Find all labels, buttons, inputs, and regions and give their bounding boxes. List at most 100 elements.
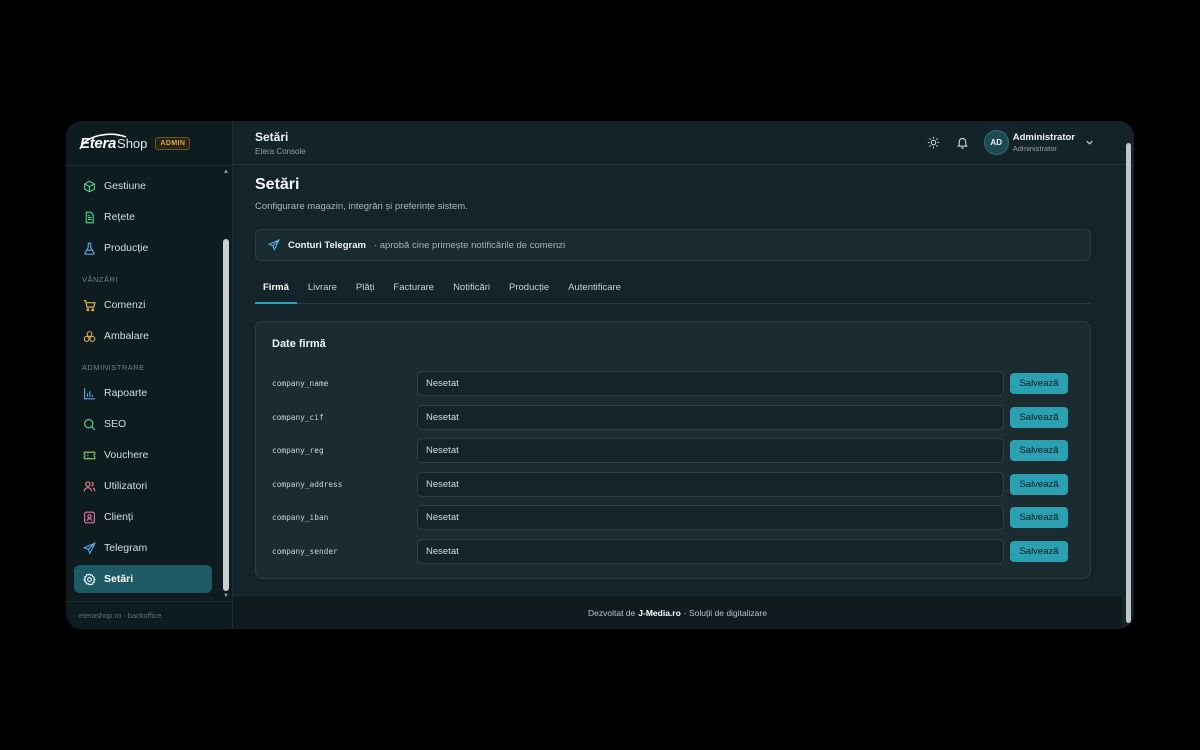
tab-productie[interactable]: Producție — [501, 279, 557, 304]
setting-row-company-iban: company_iban Salvează — [272, 501, 1068, 535]
user-role: Administrator — [1012, 144, 1057, 153]
topbar-title: Setări — [255, 129, 289, 144]
contact-icon — [82, 510, 96, 524]
company-name-input[interactable] — [417, 371, 1004, 397]
save-button[interactable]: Salvează — [1010, 373, 1068, 395]
telegram-banner[interactable]: Conturi Telegram · aprobă cine primește … — [255, 229, 1091, 261]
logo[interactable]: Etera Shop — [79, 133, 147, 152]
sidebar-item-telegram[interactable]: Telegram — [74, 534, 212, 562]
nav-section-sales: VÂNZĂRI — [82, 275, 119, 284]
tab-notificari[interactable]: Notificări — [445, 279, 498, 304]
sidebar-item-label: Clienți — [104, 511, 134, 523]
settings-tabs: Firmă Livrare Plăți Facturare Notificări… — [255, 279, 1091, 304]
sidebar-item-label: Ambalare — [104, 330, 149, 342]
document-icon — [82, 210, 96, 224]
tab-livrare[interactable]: Livrare — [300, 279, 345, 304]
chevron-down-icon[interactable] — [1085, 134, 1094, 152]
save-button[interactable]: Salvează — [1010, 406, 1068, 428]
sidebar-item-label: Rețete — [104, 211, 135, 223]
bar-chart-icon — [82, 386, 96, 400]
sidebar-item-setari[interactable]: Setări — [74, 565, 212, 593]
nav-section-admin: ADMINISTRARE — [82, 363, 145, 372]
content: Setări Configurare magazin, integrări și… — [233, 166, 1122, 597]
main-scrollbar[interactable] — [1125, 135, 1132, 623]
save-button[interactable]: Salvează — [1010, 440, 1068, 462]
app-window: Etera Shop ADMIN Gestiune Rețete Producț… — [66, 121, 1134, 629]
sun-icon[interactable] — [926, 135, 942, 151]
save-button[interactable]: Salvează — [1010, 540, 1068, 562]
cart-icon — [82, 298, 96, 312]
scroll-down-arrow-icon[interactable]: ▼ — [223, 593, 229, 599]
main-area: Setări Etera Console AD Administrator Ad… — [233, 121, 1134, 629]
avatar[interactable]: AD — [983, 130, 1009, 155]
company-sender-input[interactable] — [417, 538, 1004, 564]
bell-icon[interactable] — [955, 135, 971, 151]
user-menu[interactable]: Administrator Administrator — [1013, 132, 1075, 153]
setting-key: company_sender — [272, 546, 338, 556]
sidebar-item-label: Comenzi — [104, 299, 146, 311]
card-title: Date firmă — [272, 338, 326, 350]
sidebar-item-label: Vouchere — [104, 449, 149, 461]
footer-suffix: · Soluții de digitalizare — [683, 608, 767, 618]
setting-row-company-cif: company_cif Salvează — [272, 401, 1068, 435]
sidebar-item-seo[interactable]: SEO — [74, 410, 212, 438]
setting-key: company_iban — [272, 513, 329, 523]
company-reg-input[interactable] — [417, 438, 1004, 464]
sidebar-scroll-thumb[interactable] — [223, 239, 229, 591]
logo-swoosh-icon — [79, 133, 127, 149]
sidebar-item-utilizatori[interactable]: Utilizatori — [74, 472, 212, 500]
company-cif-input[interactable] — [417, 404, 1004, 430]
main-scroll-thumb[interactable] — [1126, 143, 1131, 623]
sidebar-item-label: Setări — [104, 573, 134, 585]
user-name: Administrator — [1012, 132, 1075, 143]
scroll-up-arrow-icon[interactable]: ▲ — [223, 169, 229, 175]
setting-key: company_name — [272, 379, 329, 389]
gear-icon — [82, 572, 96, 586]
setting-row-company-reg: company_reg Salvează — [272, 434, 1068, 468]
packages-icon — [82, 329, 96, 343]
topbar: Setări Etera Console AD Administrator Ad… — [233, 121, 1134, 165]
tab-facturare[interactable]: Facturare — [385, 279, 442, 304]
footer-company-link[interactable]: J-Media.ro — [638, 608, 681, 618]
send-icon — [268, 239, 280, 251]
brand: Etera Shop ADMIN — [66, 121, 232, 166]
company-address-input[interactable] — [417, 471, 1004, 497]
setting-row-company-address: company_address Salvează — [272, 468, 1068, 502]
setting-row-company-name: company_name Salvează — [272, 367, 1068, 401]
sidebar-item-label: Telegram — [104, 542, 148, 554]
sidebar-item-label: SEO — [104, 418, 127, 430]
sidebar-item-label: Gestiune — [104, 180, 147, 192]
save-button[interactable]: Salvează — [1010, 507, 1068, 529]
sidebar-scrollbar[interactable]: ▲ ▼ — [223, 169, 229, 599]
cube-icon — [82, 179, 96, 193]
sidebar-item-rapoarte[interactable]: Rapoarte — [74, 379, 212, 407]
company-data-card: Date firmă company_name Salvează company… — [255, 321, 1091, 579]
footer-prefix: Dezvoltat de — [588, 608, 636, 618]
save-button[interactable]: Salvează — [1010, 473, 1068, 495]
sidebar-item-retete[interactable]: Rețete — [74, 203, 212, 231]
page-description: Configurare magazin, integrări și prefer… — [255, 201, 468, 212]
tab-firma[interactable]: Firmă — [255, 279, 297, 304]
sidebar-item-ambalare[interactable]: Ambalare — [74, 322, 212, 350]
sidebar-item-label: Producție — [104, 242, 149, 254]
send-icon — [82, 541, 96, 555]
sidebar-item-clienti[interactable]: Clienți — [74, 503, 212, 531]
company-iban-input[interactable] — [417, 505, 1004, 531]
page-title: Setări — [255, 176, 300, 193]
sidebar-item-vouchere[interactable]: Vouchere — [74, 441, 212, 469]
tab-plati[interactable]: Plăți — [348, 279, 382, 304]
page-footer: Dezvoltat de J-Media.ro · Soluții de dig… — [233, 597, 1122, 629]
sidebar-item-gestiune[interactable]: Gestiune — [74, 172, 212, 200]
sidebar-footer: eterashop.ro · backoffice — [66, 601, 232, 629]
tab-autentificare[interactable]: Autentificare — [560, 279, 629, 304]
telegram-banner-text: · aprobă cine primește notificările de c… — [373, 239, 566, 251]
admin-badge: ADMIN — [155, 136, 191, 150]
users-icon — [82, 479, 96, 493]
sidebar-item-productie[interactable]: Producție — [74, 234, 212, 262]
flask-icon — [82, 241, 96, 255]
sidebar-item-comenzi[interactable]: Comenzi — [74, 291, 212, 319]
setting-key: company_address — [272, 479, 343, 489]
sidebar-item-label: Utilizatori — [104, 480, 148, 492]
topbar-subtitle: Etera Console — [255, 146, 306, 156]
telegram-banner-title: Conturi Telegram — [288, 239, 366, 251]
